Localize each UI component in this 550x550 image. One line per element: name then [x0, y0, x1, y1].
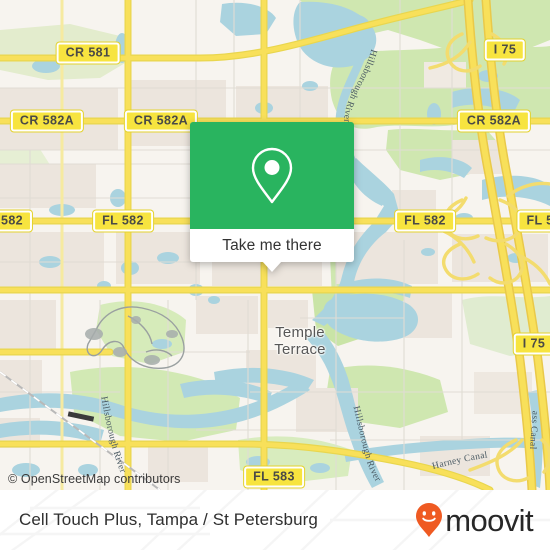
popup-pin-area — [190, 122, 354, 229]
moovit-map-screenshot: Hillsborough River Hillsborough River Hi… — [0, 0, 550, 550]
place-label-line-1: Temple — [275, 324, 325, 341]
road-shield-fl-582-east[interactable]: FL 582 — [395, 210, 455, 232]
take-me-there-label: Take me there — [222, 236, 322, 254]
road-shield-cr-581[interactable]: CR 581 — [56, 42, 120, 64]
road-shield-fl-583[interactable]: FL 583 — [244, 466, 304, 488]
road-shield-i-75-top[interactable]: I 75 — [484, 39, 526, 61]
road-shield-cr-582a-center[interactable]: CR 582A — [124, 110, 198, 132]
road-shield-cr-582a-east[interactable]: CR 582A — [457, 110, 531, 132]
location-title: Cell Touch Plus, Tampa / St Petersburg — [19, 510, 318, 529]
road-shield-fl-582-far-east[interactable]: FL 5 — [517, 210, 550, 232]
moovit-smiley-pin-icon — [416, 503, 443, 537]
take-me-there-button[interactable]: Take me there — [190, 229, 354, 262]
footer-bar: Cell Touch Plus, Tampa / St Petersburg m… — [0, 490, 550, 550]
map-attribution[interactable]: © OpenStreetMap contributors — [8, 472, 181, 486]
place-label-line-2: Terrace — [274, 341, 326, 358]
road-shield-fl-582-west[interactable]: 582 — [0, 210, 33, 232]
popup-tail — [262, 261, 282, 272]
place-label-temple-terrace: Temple Terrace — [274, 324, 325, 358]
location-popup[interactable]: Take me there — [190, 122, 354, 272]
moovit-logo[interactable]: moovit — [414, 502, 534, 538]
road-shield-fl-582-center[interactable]: FL 582 — [93, 210, 153, 232]
map-pin-icon — [251, 147, 293, 203]
map-canvas[interactable]: Hillsborough River Hillsborough River Hi… — [0, 0, 550, 490]
road-shield-i-75-mid[interactable]: I 75 — [513, 333, 550, 355]
moovit-wordmark: moovit — [445, 502, 533, 538]
road-shield-cr-582a-west[interactable]: CR 582A — [10, 110, 84, 132]
